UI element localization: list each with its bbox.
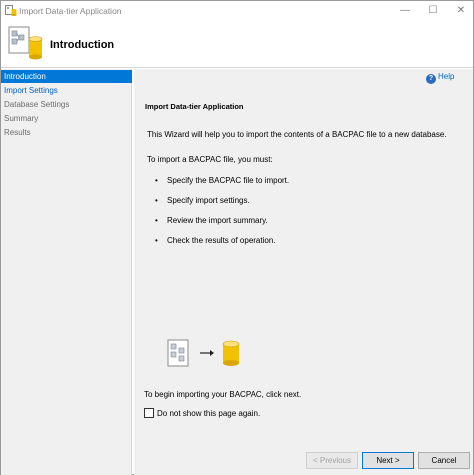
next-button[interactable]: Next > (362, 452, 414, 469)
help-icon: ? (426, 74, 436, 84)
bullet-text: Specify the BACPAC file to import. (167, 176, 290, 185)
app-icon (5, 5, 17, 16)
wizard-steps-sidebar: Introduction Import Settings Database Se… (1, 69, 132, 475)
wizard-footer: < Previous Next > Cancel (134, 450, 473, 475)
title-bar: Import Data-tier Application — ☐ ✕ (1, 1, 473, 21)
bullet-item: • Specify the BACPAC file to import. (155, 176, 290, 185)
sidebar-item-results: Results (4, 128, 31, 137)
database-icon (222, 340, 240, 366)
maximize-button[interactable]: ☐ (419, 3, 447, 19)
import-wizard-window: Import Data-tier Application — ☐ ✕ Intro… (0, 0, 474, 475)
sidebar-item-summary: Summary (4, 114, 39, 123)
sidebar-item-database-settings: Database Settings (4, 100, 70, 109)
cancel-button[interactable]: Cancel (418, 452, 470, 469)
bullet-text: Review the import summary. (167, 216, 268, 225)
bullet-item: • Specify import settings. (155, 196, 250, 205)
arrow-right-icon (200, 350, 214, 356)
sidebar-item-introduction[interactable]: Introduction (1, 70, 132, 83)
minimize-button[interactable]: — (391, 3, 419, 19)
help-link[interactable]: ? Help (426, 72, 454, 84)
data-tier-application-icon (8, 26, 43, 60)
bullet-item: • Check the results of operation. (155, 236, 276, 245)
dont-show-again-label[interactable]: Do not show this page again. (157, 409, 260, 418)
help-label: Help (438, 72, 455, 81)
bacpac-file-icon (167, 339, 189, 367)
begin-instructions: To begin importing your BACPAC, click ne… (144, 390, 302, 399)
page-title: Introduction (50, 39, 115, 51)
bacpac-to-database-illustration (167, 339, 240, 367)
window-title: Import Data-tier Application (19, 6, 122, 16)
previous-button[interactable]: < Previous (306, 452, 358, 469)
intro-text: This Wizard will help you to import the … (147, 130, 447, 139)
bullet-text: Check the results of operation. (167, 236, 276, 245)
sidebar-item-import-settings[interactable]: Import Settings (1, 84, 132, 97)
bullet-text: Specify import settings. (167, 196, 250, 205)
dont-show-again-checkbox[interactable] (144, 408, 154, 418)
section-title: Import Data-tier Application (145, 102, 244, 111)
bullet-item: • Review the import summary. (155, 216, 268, 225)
requirements-intro: To import a BACPAC file, you must: (147, 155, 273, 164)
content-panel: ? Help Import Data-tier Application This … (134, 69, 473, 450)
page-header: Introduction (1, 21, 473, 68)
close-button[interactable]: ✕ (447, 3, 474, 19)
